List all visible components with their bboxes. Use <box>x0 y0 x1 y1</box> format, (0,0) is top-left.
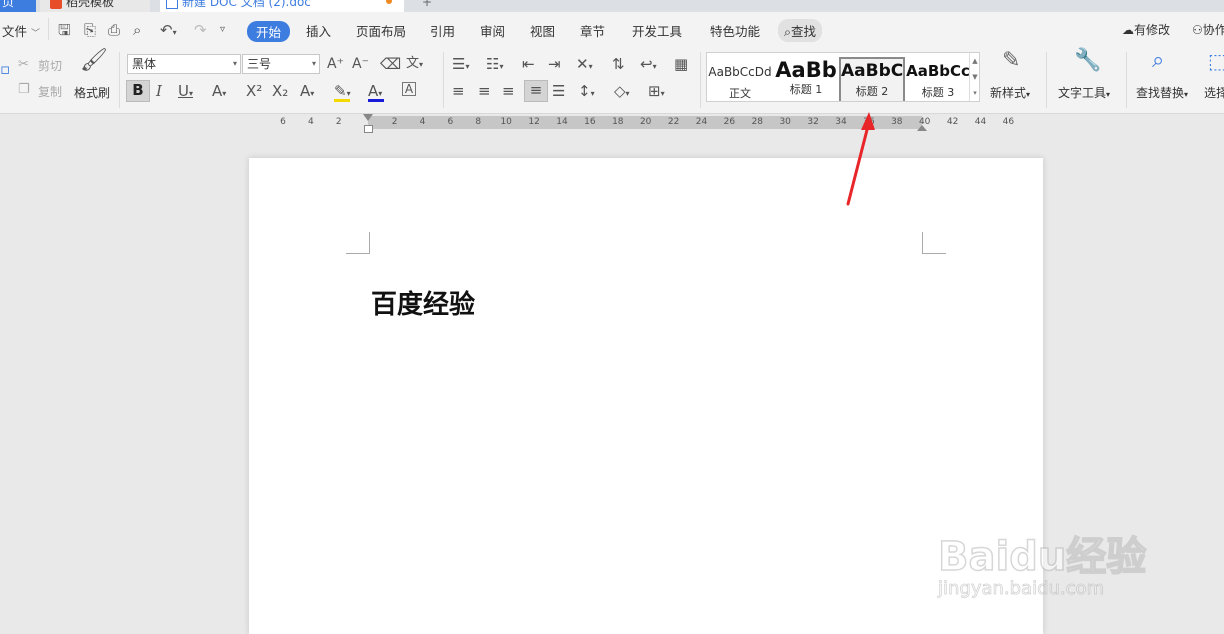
watermark-brand: Baidu经验 <box>937 533 1147 581</box>
baidu-watermark: Baidu经验 jingyan.baidu.com <box>937 520 1158 610</box>
watermark-url: jingyan.baidu.com <box>938 578 1105 600</box>
